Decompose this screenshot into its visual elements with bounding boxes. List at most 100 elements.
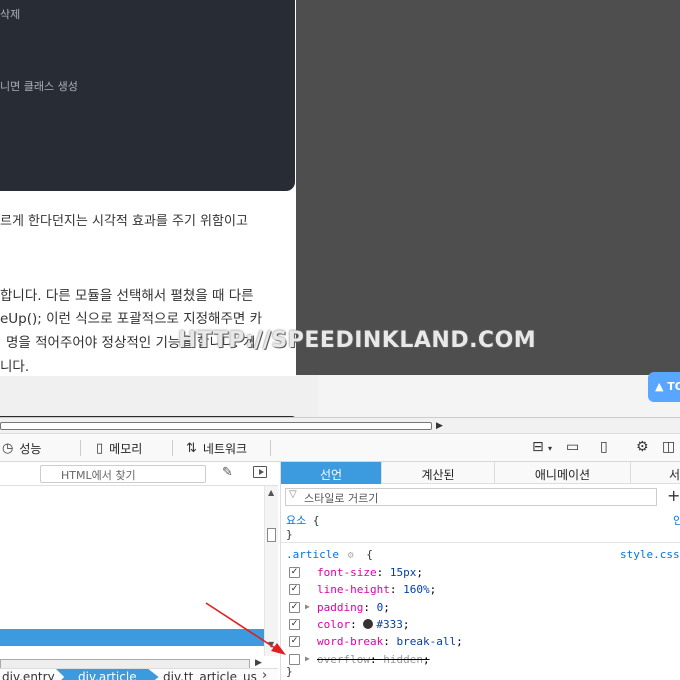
add-rule-icon[interactable]: + xyxy=(667,486,680,505)
scrollbar-thumb[interactable] xyxy=(267,528,276,542)
tab-computed[interactable]: 계산된 xyxy=(382,462,495,484)
divider xyxy=(80,440,81,456)
article-line: 르게 한다던지는 시각적 효과를 주기 위함이고 xyxy=(0,214,248,229)
article-rule-header: .article ⚙ { xyxy=(286,548,373,561)
article-column: 삭제 니면 클래스 생성 르게 한다던지는 시각적 효과를 주기 위함이고 합니… xyxy=(0,0,296,376)
declaration-checkbox[interactable]: ✓ xyxy=(289,584,300,596)
gear-icon[interactable]: ⚙ xyxy=(348,550,354,561)
scroll-to-top-button[interactable]: ▲ TO xyxy=(648,372,680,402)
declaration-checkbox[interactable]: ✓ xyxy=(289,601,300,613)
property-name[interactable]: color xyxy=(317,618,350,631)
declaration-checkbox[interactable]: ✓ xyxy=(289,618,300,630)
scrollbar-thumb[interactable] xyxy=(0,422,432,430)
property-value[interactable]: hidden xyxy=(383,653,423,666)
html-search-input[interactable]: HTML에서 찾기 xyxy=(40,465,206,483)
breadcrumb: div.entry div.article div.tt_article_use… xyxy=(0,668,278,680)
breadcrumb-item-active[interactable]: div.article xyxy=(56,669,159,680)
inspector-pane: HTML에서 찾기 ✎ ▲ ▼ ▶ div.entry div.article … xyxy=(0,462,278,680)
property-value[interactable]: break-all xyxy=(396,635,456,648)
selected-node-row[interactable] xyxy=(0,629,264,646)
article-line: 니다. xyxy=(0,359,30,375)
scroll-right-icon[interactable]: ▶ xyxy=(436,421,443,431)
declaration-checkbox[interactable] xyxy=(289,653,300,665)
article-line: 합니다. 다른 모듈을 선택해서 펼쳤을 때 다른 xyxy=(0,288,254,304)
inspector-toolbar: HTML에서 찾기 ✎ xyxy=(0,462,278,486)
rule-selector: 요소 xyxy=(286,514,307,527)
divider xyxy=(172,440,173,456)
scroll-up-icon[interactable]: ▲ xyxy=(268,488,274,497)
rule-selector[interactable]: .article xyxy=(286,548,339,561)
rule-brace: } xyxy=(286,665,293,678)
scroll-right-icon[interactable]: ▶ xyxy=(255,658,262,668)
chevron-down-icon[interactable]: ▾ xyxy=(548,444,552,453)
color-swatch[interactable] xyxy=(363,618,374,629)
toggle-sidebar-icon[interactable] xyxy=(253,466,267,478)
dock-icon[interactable]: ◫ xyxy=(662,439,675,455)
page-horizontal-scrollbar[interactable]: ▶ xyxy=(0,418,680,434)
declaration-text: word-break: break-all; xyxy=(317,635,463,649)
declaration-text: padding: 0; xyxy=(317,600,390,614)
watermark: HTTP://SPEEDINKLAND.COM xyxy=(178,328,537,353)
gutter xyxy=(296,375,318,417)
split-console-icon[interactable]: ▭ xyxy=(566,439,579,455)
expand-twisty-icon[interactable]: ▶ xyxy=(305,602,310,611)
code-block: 삭제 니면 클래스 생성 xyxy=(0,0,295,191)
tab-performance[interactable]: ◷ 성능 xyxy=(2,434,41,462)
tab-label: 메모리 xyxy=(109,441,143,456)
rule-source[interactable]: 인 xyxy=(673,512,680,528)
divider xyxy=(270,440,271,456)
tab-label: 네트워크 xyxy=(202,441,248,456)
property-value[interactable]: 15px xyxy=(390,566,417,579)
rule-brace: { xyxy=(366,548,373,561)
rule-brace: { xyxy=(312,514,320,527)
gear-icon[interactable]: ⚙ xyxy=(636,439,649,455)
declaration-text: line-height: 160%; xyxy=(317,583,437,597)
property-name[interactable]: padding xyxy=(317,601,363,614)
divider xyxy=(281,542,680,543)
tab-animations[interactable]: 애니메이션 xyxy=(495,462,631,484)
declaration-checkbox[interactable]: ✓ xyxy=(289,567,300,578)
property-name[interactable]: font-size xyxy=(317,566,377,579)
rule-brace: } xyxy=(286,528,293,541)
network-icon: ⇅ xyxy=(186,440,197,456)
tab-network[interactable]: ⇅ 네트워크 xyxy=(186,434,247,462)
breadcrumb-item[interactable]: div.tt_article_usel xyxy=(163,669,257,680)
style-filter-input[interactable]: 스타일로 거르기 xyxy=(285,488,657,506)
tab-memory[interactable]: ▯ 메모리 xyxy=(96,434,142,462)
responsive-icon[interactable]: ▯ xyxy=(600,439,608,455)
scroll-down-icon[interactable]: ▼ xyxy=(268,640,274,649)
filter-icon: ▽ xyxy=(289,489,297,500)
declaration-checkbox[interactable]: ✓ xyxy=(289,636,300,648)
tab-declarations[interactable]: 선언 xyxy=(281,462,382,484)
layout-icon[interactable]: ⊟ xyxy=(532,439,544,455)
devtools-toolbar: ◷ 성능 ▯ 메모리 ⇅ 네트워크 ⊟ ▾ ▭ ▯ ⚙ ◫ xyxy=(0,434,680,462)
property-name[interactable]: word-break xyxy=(317,635,383,648)
breadcrumb-item[interactable]: div.entry xyxy=(2,669,55,680)
property-value[interactable]: 160% xyxy=(403,583,430,596)
declaration-text: color: #333; xyxy=(317,617,410,631)
inspector-vertical-scrollbar[interactable]: ▲ ▼ xyxy=(264,486,278,656)
property-name[interactable]: overflow xyxy=(317,653,370,666)
eyedropper-icon[interactable]: ✎ xyxy=(222,465,233,480)
page-viewport: 삭제 니면 클래스 생성 르게 한다던지는 시각적 효과를 주기 위함이고 합니… xyxy=(0,0,680,417)
chevron-right-icon[interactable]: › xyxy=(262,668,267,680)
devtools-panel: ▶ ◷ 성능 ▯ 메모리 ⇅ 네트워크 ⊟ ▾ ▭ ▯ ⚙ ◫ HTML에서 찾… xyxy=(0,417,680,680)
rules-tabbar: 선언 계산된 애니메이션 서 xyxy=(281,462,680,484)
rules-pane: 선언 계산된 애니메이션 서 스타일로 거르기 ▽ + 요소 { 인 } .ar… xyxy=(280,462,680,680)
element-rule-header: 요소 { xyxy=(286,512,320,528)
tab-label: 성능 xyxy=(19,441,42,456)
expand-twisty-icon[interactable]: ▶ xyxy=(305,654,310,663)
footer-strip xyxy=(318,375,680,417)
memory-icon: ▯ xyxy=(96,440,104,456)
code-line: 삭제 xyxy=(0,8,21,21)
performance-icon: ◷ xyxy=(2,440,14,456)
rule-source-link[interactable]: style.css xyxy=(620,548,680,561)
declaration-text: font-size: 15px; xyxy=(317,566,423,579)
property-name[interactable]: line-height xyxy=(317,583,390,596)
property-value[interactable]: 0 xyxy=(377,601,384,614)
property-value[interactable]: #333 xyxy=(376,618,403,631)
tab-more[interactable]: 서 xyxy=(631,462,680,484)
article-line: eUp(); 이런 식으로 포괄적으로 지정해주면 카 xyxy=(0,311,263,327)
declaration-text: overflow: hidden; xyxy=(317,652,430,666)
dark-panel xyxy=(296,0,680,375)
